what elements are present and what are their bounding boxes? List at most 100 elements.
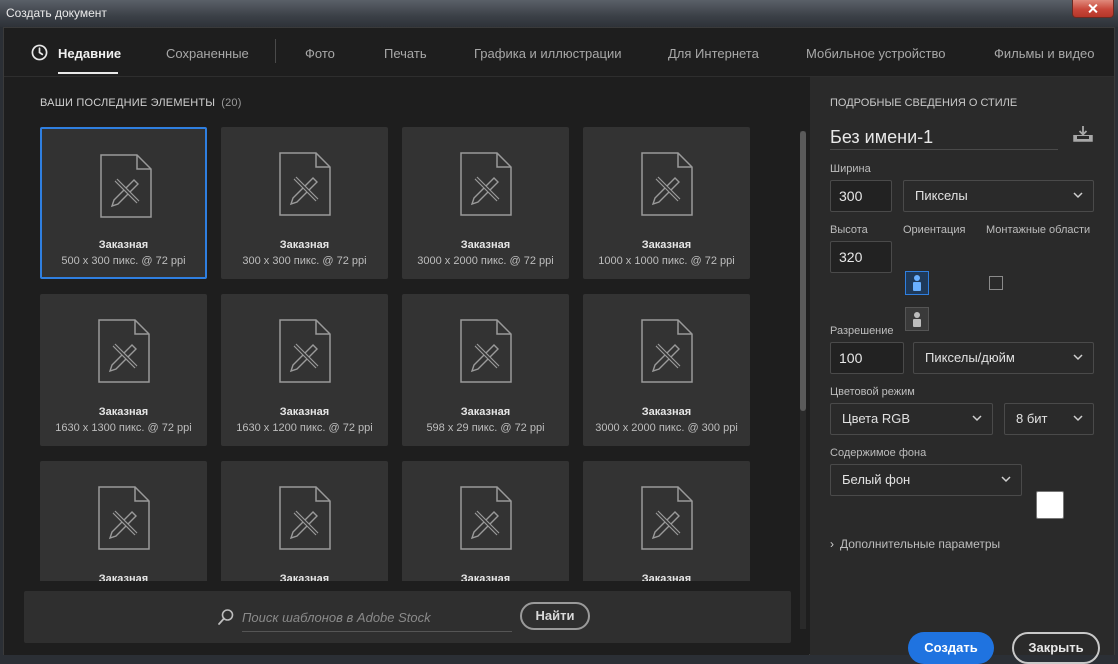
recent-header: ВАШИ ПОСЛЕДНИЕ ЭЛЕМЕНТЫ (20) [40,97,242,109]
height-input[interactable]: 320 [830,241,892,273]
recent-item-name: Заказная [279,239,330,251]
tab-art-illustration[interactable]: Графика и иллюстрации [474,46,621,61]
recent-item-size: 500 x 300 пикс. @ 72 ppi [61,255,186,267]
chevron-down-icon [972,415,982,422]
recent-item-size: 598 x 29 пикс. @ 72 ppi [426,422,545,434]
recent-item-card[interactable]: Заказная [402,461,569,581]
preset-details-pane: ПОДРОБНЫЕ СВЕДЕНИЯ О СТИЛЕ Ширина 300 Пи… [810,77,1114,664]
artboards-checkbox[interactable] [989,276,1003,290]
chevron-down-icon [1001,476,1011,483]
document-preset-icon [98,319,150,383]
recent-item-card[interactable]: Заказная 300 x 300 пикс. @ 72 ppi [221,127,388,279]
advanced-options-toggle[interactable]: › Дополнительные параметры [830,537,1000,551]
recent-item-name: Заказная [98,573,149,581]
active-tab-indicator [58,72,118,74]
recent-item-name: Заказная [641,406,692,418]
resolution-unit-select[interactable]: Пикселы/дюйм [913,342,1094,374]
recent-item-name: Заказная [460,239,511,251]
document-preset-icon [279,319,331,383]
clock-icon [31,44,48,61]
chevron-down-icon [1073,415,1083,422]
color-mode-value: Цвета RGB [842,411,910,426]
recent-item-card[interactable]: Заказная 1630 x 1300 пикс. @ 72 ppi [40,294,207,446]
window-close-button[interactable] [1072,0,1114,18]
portrait-icon [913,275,921,291]
recent-item-card[interactable]: Заказная 1630 x 1200 пикс. @ 72 ppi [221,294,388,446]
chevron-right-icon: › [830,537,834,551]
window-title: Создать документ [6,6,107,20]
recent-item-card[interactable]: Заказная [583,461,750,581]
height-label: Высота [830,224,868,236]
color-mode-label: Цветовой режим [830,386,915,398]
document-preset-icon [98,486,150,550]
stock-search-bar: Найти [24,591,791,643]
bit-depth-value: 8 бит [1016,411,1048,426]
tab-bar: Недавние Сохраненные Фото Печать Графика… [4,28,1114,77]
close-button[interactable]: Закрыть [1012,632,1100,664]
document-name-input[interactable] [830,125,1058,150]
recent-item-name: Заказная [641,239,692,251]
recent-item-size: 300 x 300 пикс. @ 72 ppi [242,255,367,267]
landscape-orientation-button[interactable] [905,307,929,331]
color-mode-select[interactable]: Цвета RGB [830,403,993,435]
scrollbar-thumb[interactable] [800,131,806,411]
recent-count: (20) [221,97,242,109]
orientation-label: Ориентация [903,224,966,236]
recent-item-card[interactable]: Заказная 3000 x 2000 пикс. @ 300 ppi [583,294,750,446]
recent-item-name: Заказная [98,406,149,418]
recent-item-size: 1630 x 1200 пикс. @ 72 ppi [236,422,373,434]
resolution-input[interactable]: 100 [830,342,904,374]
tab-saved[interactable]: Сохраненные [166,46,249,61]
document-preset-icon [641,319,693,383]
recent-item-card[interactable]: Заказная 3000 x 2000 пикс. @ 72 ppi [402,127,569,279]
recent-item-name: Заказная [460,573,511,581]
portrait-orientation-button[interactable] [905,271,929,295]
advanced-options-label: Дополнительные параметры [840,537,1001,551]
document-preset-icon [460,152,512,216]
recent-item-name: Заказная [279,573,330,581]
bit-depth-select[interactable]: 8 бит [1004,403,1094,435]
recent-item-size: 3000 x 2000 пикс. @ 72 ppi [417,255,554,267]
background-color-swatch[interactable] [1036,491,1064,519]
chevron-down-icon [1073,192,1083,199]
document-preset-icon [641,152,693,216]
width-unit-value: Пикселы [915,188,968,203]
document-preset-icon [279,486,331,550]
recent-item-card[interactable]: Заказная [40,461,207,581]
dialog: Недавние Сохраненные Фото Печать Графика… [3,27,1115,664]
find-button[interactable]: Найти [520,602,590,630]
stock-search-input[interactable] [242,603,512,632]
width-unit-select[interactable]: Пикселы [903,180,1094,212]
artboards-label: Монтажные области [986,224,1091,236]
chevron-down-icon [1073,354,1083,361]
recent-header-label: ВАШИ ПОСЛЕДНИЕ ЭЛЕМЕНТЫ [40,97,216,109]
background-value: Белый фон [842,472,911,487]
resolution-unit-value: Пикселы/дюйм [925,350,1015,365]
recent-item-name: Заказная [641,573,692,581]
width-input[interactable]: 300 [830,180,892,212]
save-preset-icon[interactable] [1072,125,1094,143]
document-preset-icon [641,486,693,550]
recent-grid: Заказная 500 x 300 пикс. @ 72 ppi Заказная… [40,127,800,581]
tab-web[interactable]: Для Интернета [668,46,759,61]
create-button[interactable]: Создать [908,632,994,664]
tab-recent[interactable]: Недавние [58,46,121,61]
recent-item-name: Заказная [460,406,511,418]
recent-item-name: Заказная [98,239,149,251]
background-select[interactable]: Белый фон [830,464,1022,496]
title-bar: Создать документ [0,0,1118,27]
background-label: Содержимое фона [830,447,927,459]
recent-item-card[interactable]: Заказная [221,461,388,581]
recent-item-name: Заказная [279,406,330,418]
recent-item-card[interactable]: Заказная 598 x 29 пикс. @ 72 ppi [402,294,569,446]
recent-item-card[interactable]: Заказная 1000 x 1000 пикс. @ 72 ppi [583,127,750,279]
recent-item-card[interactable]: Заказная 500 x 300 пикс. @ 72 ppi [40,127,207,279]
tab-print[interactable]: Печать [384,46,427,61]
document-preset-icon [460,486,512,550]
tab-mobile[interactable]: Мобильное устройство [806,46,946,61]
document-preset-icon [460,319,512,383]
landscape-icon [913,312,921,327]
tab-film-video[interactable]: Фильмы и видео [994,46,1094,61]
tab-photo[interactable]: Фото [305,46,335,61]
tab-divider [275,39,276,63]
